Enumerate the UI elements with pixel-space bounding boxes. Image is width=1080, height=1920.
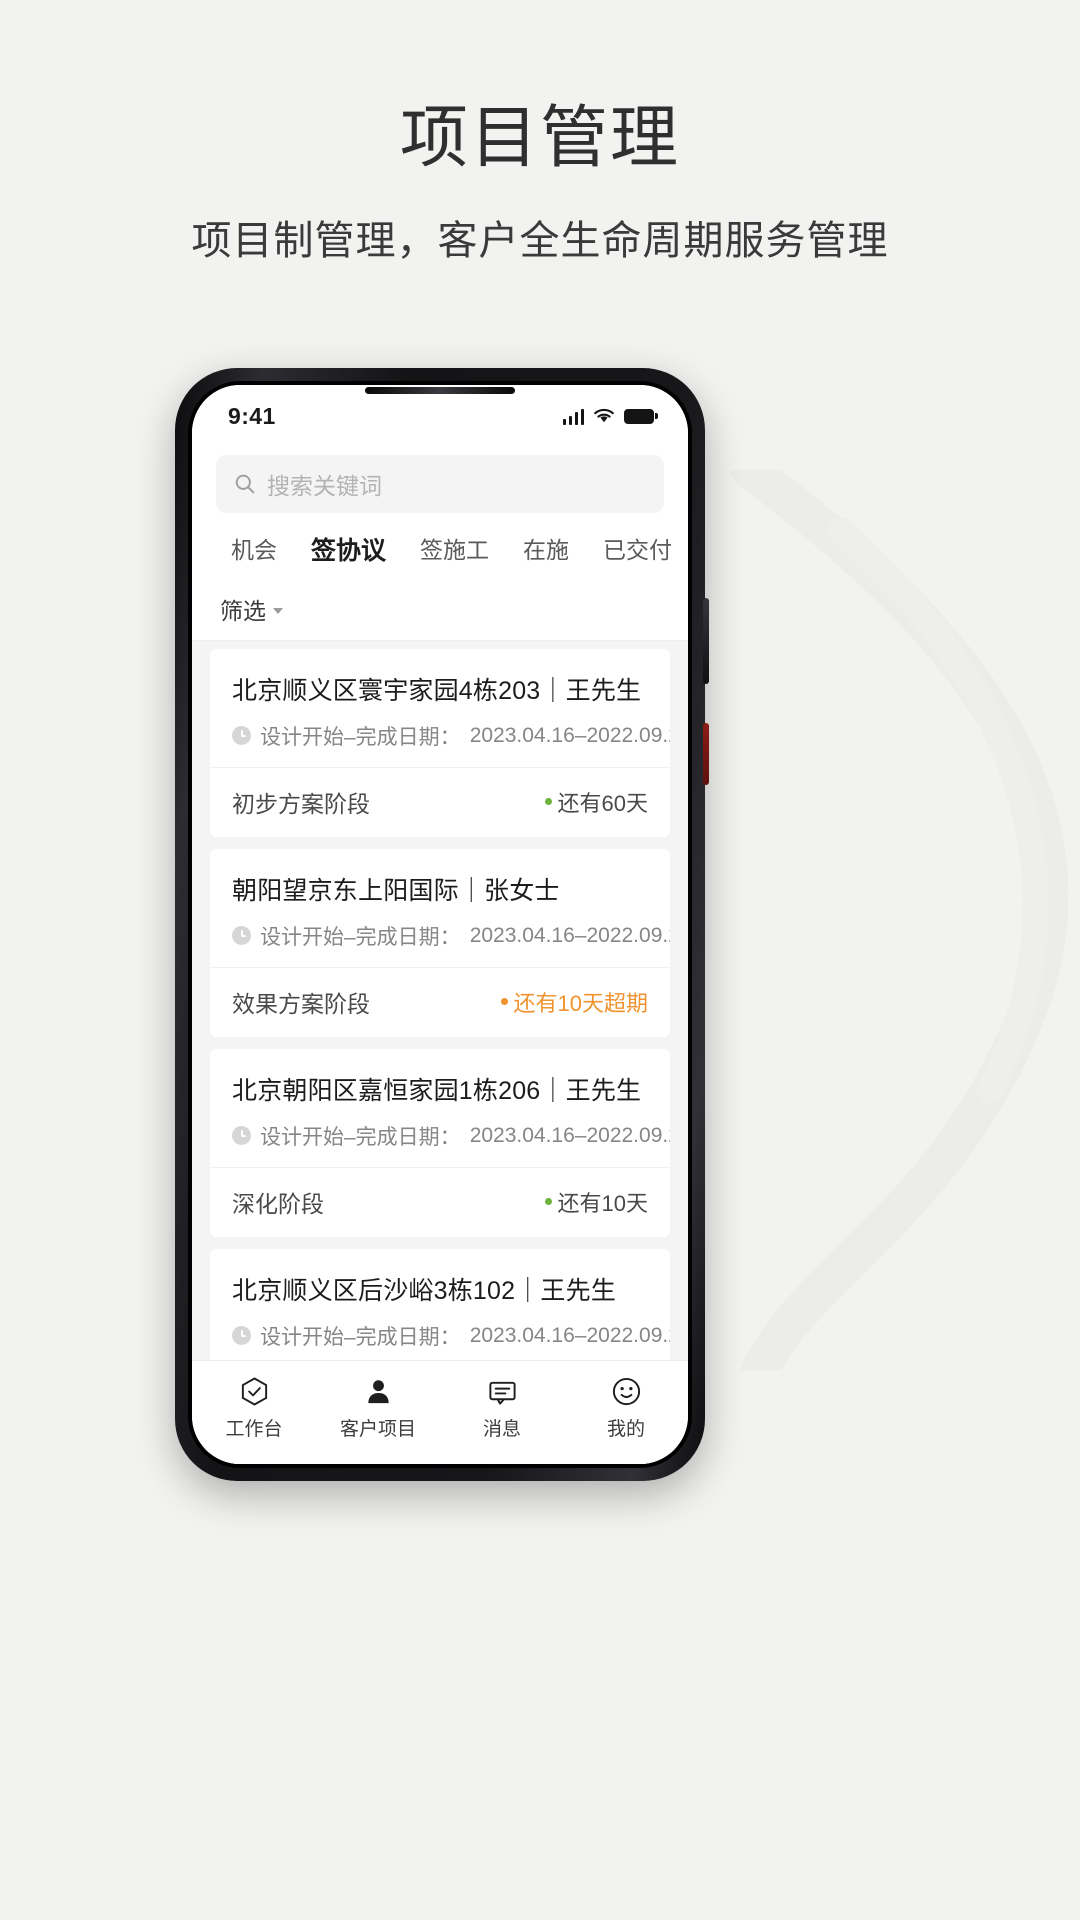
list-item[interactable]: 北京朝阳区嘉恒家园1栋206｜王先生 设计开始–完成日期： 2023.04.16… <box>210 1048 670 1237</box>
bottom-navigation: 工作台 客户项目 消息 我的 <box>192 1360 688 1464</box>
tab-label: 签施工 <box>420 537 490 563</box>
date-value: 2023.04.16–2022.09.21 <box>469 923 670 947</box>
clock-icon <box>232 926 251 946</box>
clock-icon <box>232 1126 251 1146</box>
list-item[interactable]: 北京顺义区后沙峪3栋102｜王先生 设计开始–完成日期： 2023.04.16–… <box>210 1248 670 1360</box>
date-value: 2023.04.16–2022.09.21 <box>469 723 670 747</box>
card-header: 朝阳望京东上阳国际｜张女士 设计开始–完成日期： 2023.04.16–2022… <box>210 849 670 967</box>
card-footer: 初步方案阶段 还有60天 <box>210 766 670 837</box>
status-text: 还有10天超期 <box>513 990 648 1016</box>
list-item[interactable]: 北京顺义区寰宇家园4栋203｜王先生 设计开始–完成日期： 2023.04.16… <box>210 648 670 837</box>
page-subtitle: 项目制管理，客户全生命周期服务管理 <box>191 218 889 263</box>
nav-label: 工作台 <box>225 1419 283 1440</box>
nav-item-messages[interactable]: 消息 <box>440 1376 564 1441</box>
page-root: 项目管理 项目制管理，客户全生命周期服务管理 9:41 搜索关键词 机会 签协议… <box>0 0 1080 1920</box>
project-stage: 效果方案阶段 <box>232 990 370 1017</box>
chevron-down-icon <box>273 607 283 614</box>
project-stage: 深化阶段 <box>232 1190 324 1217</box>
filter-bar[interactable]: 筛选 <box>192 562 688 641</box>
project-title: 朝阳望京东上阳国际｜张女士 <box>232 876 560 905</box>
card-footer: 效果方案阶段 还有10天超期 <box>210 966 670 1037</box>
project-title: 北京顺义区后沙峪3栋102｜王先生 <box>232 1276 617 1305</box>
status-dot-icon <box>544 1198 552 1206</box>
status-tabs: 机会 签协议 签施工 在施 已交付 <box>192 527 688 563</box>
tab-qianxieyi[interactable]: 签协议 <box>294 527 403 563</box>
tab-label: 机会 <box>231 537 277 563</box>
search-section: 搜索关键词 <box>192 447 688 527</box>
earpiece-speaker <box>365 387 515 394</box>
card-header: 北京顺义区后沙峪3栋102｜王先生 设计开始–完成日期： 2023.04.16–… <box>210 1249 670 1360</box>
status-dot-icon <box>500 998 508 1006</box>
project-date-row: 设计开始–完成日期： 2023.04.16–2022.09.21 <box>232 1321 670 1351</box>
status-text: 还有10天 <box>557 1190 648 1216</box>
smiley-icon <box>611 1376 642 1407</box>
tab-label: 已交付 <box>603 537 673 563</box>
page-title: 项目管理 <box>399 100 680 176</box>
status-icons <box>562 408 658 425</box>
clock-icon <box>232 726 251 746</box>
status-bar: 9:41 <box>192 385 688 447</box>
status-badge: 还有10天超期 <box>500 986 648 1018</box>
battery-icon <box>624 408 658 424</box>
status-text: 还有60天 <box>557 790 648 816</box>
nav-item-profile[interactable]: 我的 <box>564 1376 688 1441</box>
tab-jihui[interactable]: 机会 <box>214 527 294 563</box>
power-button[interactable] <box>703 598 709 684</box>
nav-label: 我的 <box>606 1419 645 1440</box>
clock-icon <box>232 1326 251 1346</box>
side-button[interactable] <box>703 723 709 785</box>
message-icon <box>487 1376 518 1407</box>
date-label: 设计开始–完成日期： <box>260 1125 461 1149</box>
decorative-watermark <box>731 470 1069 1370</box>
search-input[interactable]: 搜索关键词 <box>216 455 664 513</box>
filter-label: 筛选 <box>220 597 266 624</box>
date-label: 设计开始–完成日期： <box>260 1325 461 1349</box>
project-date-row: 设计开始–完成日期： 2023.04.16–2022.09.21 <box>232 921 670 951</box>
list-item[interactable]: 朝阳望京东上阳国际｜张女士 设计开始–完成日期： 2023.04.16–2022… <box>210 848 670 1037</box>
phone-device: 9:41 搜索关键词 机会 签协议 签施工 在施 已交付 筛选 北京顺义区寰宇家… <box>175 368 709 1481</box>
search-placeholder: 搜索关键词 <box>267 473 382 499</box>
card-header: 北京顺义区寰宇家园4栋203｜王先生 设计开始–完成日期： 2023.04.16… <box>210 649 670 767</box>
tab-zaishi[interactable]: 在施 <box>506 527 586 563</box>
project-title: 北京朝阳区嘉恒家园1栋206｜王先生 <box>232 1076 642 1105</box>
project-date-row: 设计开始–完成日期： 2023.04.16–2022.09.21 <box>232 721 670 751</box>
nav-label: 客户项目 <box>339 1419 416 1440</box>
search-icon <box>235 474 255 494</box>
date-value: 2023.04.16–2022.09.21 <box>469 1123 670 1147</box>
nav-label: 消息 <box>482 1419 521 1440</box>
phone-screen: 9:41 搜索关键词 机会 签协议 签施工 在施 已交付 筛选 北京顺义区寰宇家… <box>192 385 688 1464</box>
tab-qianshigong[interactable]: 签施工 <box>403 527 506 563</box>
person-icon <box>363 1376 394 1407</box>
hexagon-check-icon <box>239 1376 270 1407</box>
wifi-icon <box>594 408 614 422</box>
project-list[interactable]: 北京顺义区寰宇家园4栋203｜王先生 设计开始–完成日期： 2023.04.16… <box>192 640 688 1360</box>
date-value: 2023.04.16–2022.09.21 <box>469 1323 670 1347</box>
date-label: 设计开始–完成日期： <box>260 925 461 949</box>
status-time: 9:41 <box>228 402 276 429</box>
project-date-row: 设计开始–完成日期： 2023.04.16–2022.09.21 <box>232 1121 670 1151</box>
tab-label: 签协议 <box>311 537 387 563</box>
nav-item-customer-project[interactable]: 客户项目 <box>316 1376 440 1441</box>
tab-yijiaofu[interactable]: 已交付 <box>586 527 688 563</box>
date-label: 设计开始–完成日期： <box>260 725 461 749</box>
tab-label: 在施 <box>523 537 570 563</box>
status-badge: 还有10天 <box>544 1186 648 1218</box>
signal-icon <box>562 408 584 425</box>
phone-bezel: 9:41 搜索关键词 机会 签协议 签施工 在施 已交付 筛选 北京顺义区寰宇家… <box>188 381 692 1468</box>
card-header: 北京朝阳区嘉恒家园1栋206｜王先生 设计开始–完成日期： 2023.04.16… <box>210 1049 670 1167</box>
card-footer: 深化阶段 还有10天 <box>210 1166 670 1237</box>
status-badge: 还有60天 <box>544 786 648 818</box>
project-stage: 初步方案阶段 <box>232 790 370 817</box>
status-dot-icon <box>544 798 552 806</box>
project-title: 北京顺义区寰宇家园4栋203｜王先生 <box>232 676 642 705</box>
nav-item-workbench[interactable]: 工作台 <box>192 1376 316 1441</box>
